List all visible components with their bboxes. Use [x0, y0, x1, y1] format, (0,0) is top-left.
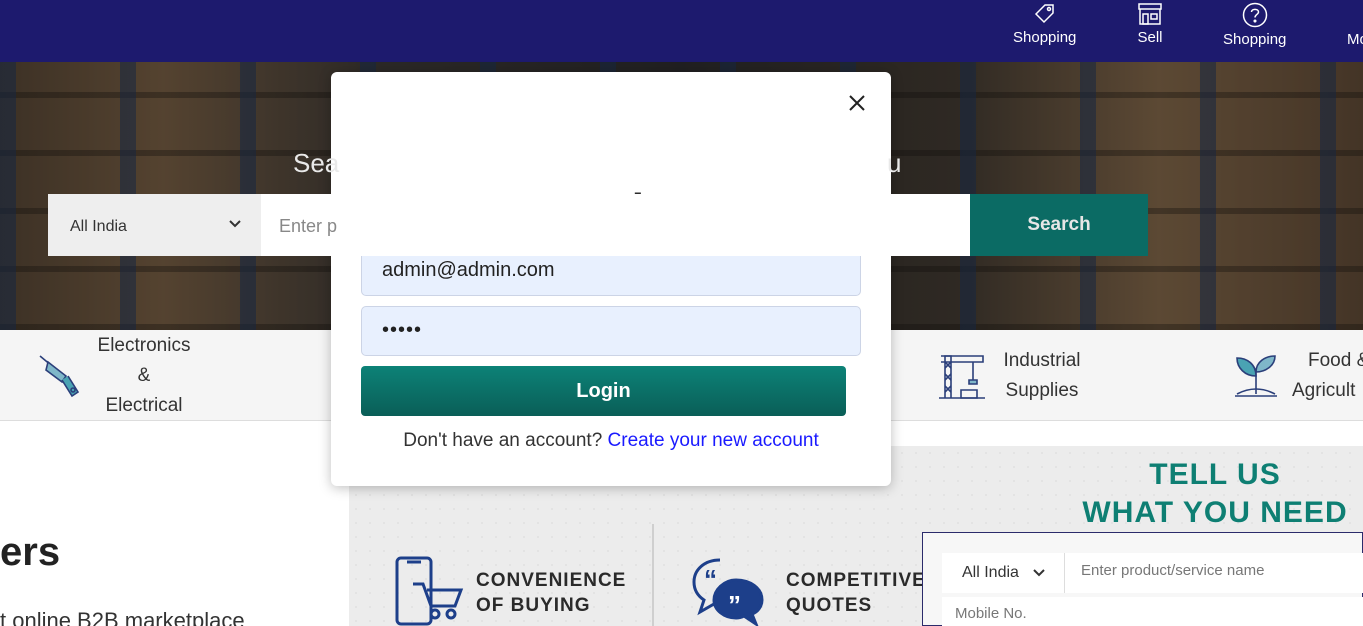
category-electronics-line1: Electronics — [97, 335, 191, 356]
product-name-input[interactable]: Enter product/service name — [1064, 553, 1363, 593]
category-food[interactable]: Food & Agricult — [1292, 346, 1363, 406]
hero-title-tail: u — [887, 148, 902, 178]
svg-text:“: “ — [704, 564, 717, 594]
store-icon — [1138, 3, 1162, 25]
feature-convenience-line1: CONVENIENCE — [476, 570, 627, 591]
top-nav: Shopping Sell Shopping Mo — [0, 0, 1363, 62]
hero-title: Sea — [293, 148, 340, 178]
help-circle-icon — [1242, 2, 1267, 28]
category-industrial-line2: Supplies — [1005, 380, 1079, 401]
nav-shopping-label: Shopping — [1013, 29, 1077, 46]
section-heading: ers — [0, 530, 61, 574]
category-electronics-line2: & — [137, 365, 151, 386]
nav-shopping[interactable]: Shopping — [1013, 2, 1076, 46]
location-select[interactable]: All India — [48, 194, 261, 256]
tell-us-line2: WHAT YOU NEED — [1082, 496, 1348, 529]
login-button[interactable]: Login — [361, 366, 846, 416]
feature-quotes: COMPETITIVE QUOTES — [786, 568, 926, 618]
promo-divider — [652, 524, 654, 626]
close-icon[interactable] — [845, 91, 869, 115]
feature-convenience-line2: OF BUYING — [476, 595, 591, 616]
quote-bubble-icon: “ ” — [692, 558, 764, 626]
mobile-number-input[interactable]: Mobile No. — [942, 597, 1363, 626]
category-industrial-line1: Industrial — [1003, 350, 1081, 371]
category-electronics-line3: Electrical — [105, 395, 183, 416]
category-electronics[interactable]: Electronics & Electrical — [86, 331, 202, 421]
search-button[interactable]: Search — [970, 194, 1148, 256]
password-field[interactable]: ••••• — [361, 306, 861, 356]
nav-more-label: Mo — [1347, 31, 1363, 48]
nav-sell[interactable]: Sell — [1137, 2, 1163, 46]
category-industrial[interactable]: Industrial Supplies — [990, 346, 1094, 406]
nav-help-label: Shopping — [1223, 31, 1287, 48]
section-subtext: t online B2B marketplace — [0, 608, 245, 626]
tag-icon — [1034, 4, 1054, 24]
no-account-text: Don't have an account? — [403, 430, 603, 451]
form-location-value: All India — [962, 564, 1019, 581]
create-account-link[interactable]: Create your new account — [608, 430, 819, 451]
crane-icon — [939, 355, 985, 399]
category-food-line2: Agricult — [1292, 380, 1356, 401]
chevron-down-icon — [229, 220, 241, 228]
feature-quotes-line1: COMPETITIVE — [786, 570, 926, 591]
tell-us-heading: TELL US WHAT YOU NEED — [1080, 456, 1350, 532]
search-input[interactable]: Enter p — [261, 194, 970, 256]
login-modal: Login admin@admin.com ••••• Login Don't … — [331, 72, 891, 486]
location-value: All India — [70, 218, 127, 235]
signup-prompt: Don't have an account? Create your new a… — [331, 430, 891, 452]
category-food-line1: Food & — [1308, 350, 1363, 371]
cart-phone-icon — [395, 556, 464, 626]
nav-more[interactable]: Mo — [1347, 31, 1363, 48]
drill-icon — [39, 355, 80, 398]
nav-sell-label: Sell — [1137, 29, 1163, 46]
form-location-select[interactable]: All India — [942, 553, 1064, 593]
chevron-down-icon — [1033, 569, 1045, 577]
sprout-icon — [1235, 355, 1277, 397]
nav-help-shopping[interactable]: Shopping — [1223, 2, 1286, 48]
feature-convenience: CONVENIENCE OF BUYING — [476, 568, 626, 618]
svg-text:”: ” — [728, 590, 741, 620]
feature-quotes-line2: QUOTES — [786, 595, 873, 616]
tell-us-line1: TELL US — [1149, 458, 1281, 491]
